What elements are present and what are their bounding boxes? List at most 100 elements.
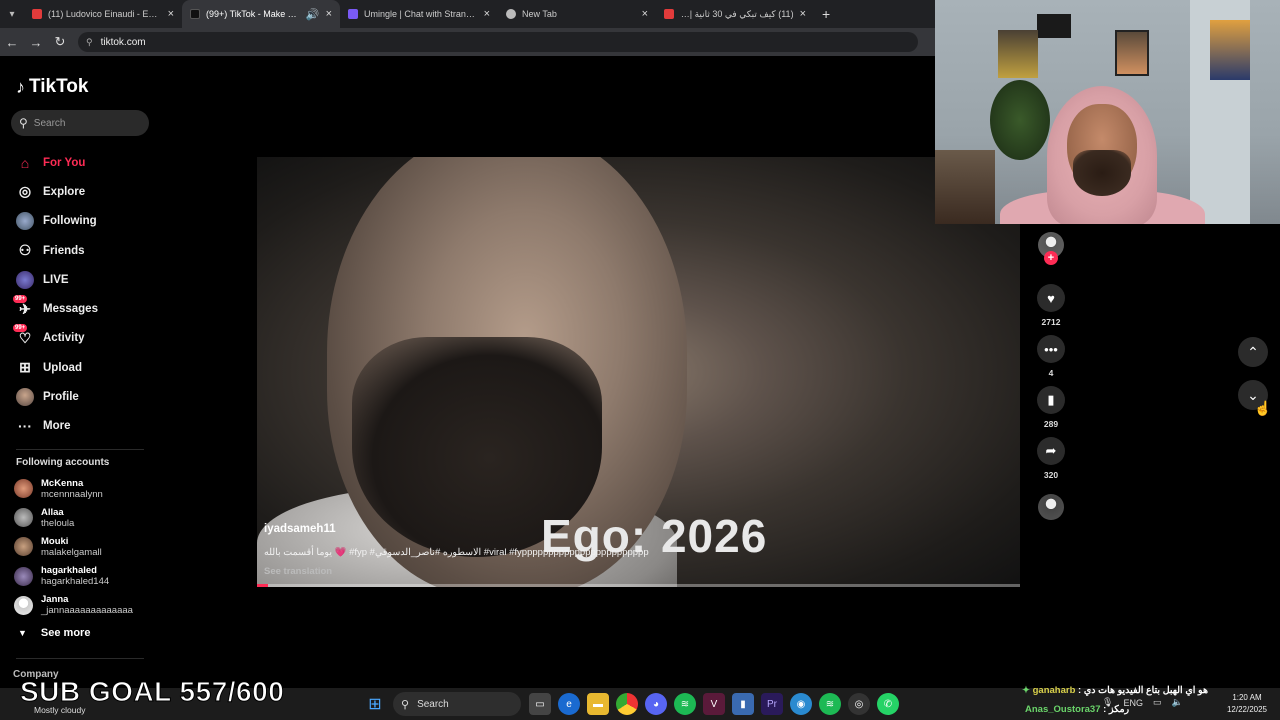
- divider: [16, 449, 144, 450]
- video-progress-bar[interactable]: [257, 584, 1020, 587]
- back-arrow-icon[interactable]: ←: [0, 28, 24, 56]
- account-handle: _jannaaaaaaaaaaaaa: [41, 605, 133, 617]
- activity-icon: ♡ 99+: [13, 324, 32, 346]
- music-disc-icon[interactable]: [1038, 494, 1064, 520]
- video-author[interactable]: iyadsameh11: [264, 523, 336, 535]
- whatsapp-icon[interactable]: ✆: [877, 693, 899, 715]
- new-tab-button[interactable]: +: [822, 6, 830, 22]
- taskbar-clock[interactable]: 1:20 AM 12/22/2025: [1222, 692, 1272, 716]
- following-avatar-icon: [16, 212, 34, 231]
- video-player[interactable]: Ego: 2026 iyadsameh11 يوما أقسمت بالله 💗…: [257, 157, 1020, 587]
- like-button[interactable]: ♥ 2712: [1030, 284, 1072, 329]
- following-account[interactable]: Mouki malakelgamall: [14, 532, 154, 561]
- file-explorer-icon[interactable]: ▬: [587, 693, 609, 715]
- microphone-icon[interactable]: 🎙: [1102, 697, 1113, 708]
- video-caption: يوما أقسمت بالله 💗 #fyp #الاسطوره #ناصر_…: [264, 547, 649, 558]
- follow-plus-icon[interactable]: +: [1044, 251, 1058, 265]
- language-indicator[interactable]: ENG: [1123, 698, 1143, 708]
- previous-video-button[interactable]: ⌃: [1238, 337, 1268, 367]
- browser-tab[interactable]: Umingle | Chat with Strangers Live ×: [340, 0, 498, 28]
- tab-title: New Tab: [522, 9, 557, 19]
- clock-date: 12/22/2025: [1226, 705, 1268, 714]
- see-translation-link[interactable]: See translation: [264, 566, 332, 577]
- sidebar-item-explore[interactable]: ◎ Explore: [16, 177, 156, 206]
- chevron-up-icon: ⌃: [1247, 343, 1259, 360]
- browser-tab[interactable]: New Tab ×: [498, 0, 656, 28]
- see-more-button[interactable]: ▼ See more: [18, 627, 90, 639]
- webcam-poster: [998, 30, 1038, 78]
- sidebar-item-live[interactable]: LIVE: [16, 265, 156, 294]
- sidebar-item-more[interactable]: ··· More: [16, 412, 156, 441]
- messages-icon: ✈ 99+: [13, 295, 31, 317]
- sidebar-item-profile[interactable]: Profile: [16, 382, 156, 411]
- share-icon: ➦: [1037, 437, 1065, 465]
- messages-badge: 99+: [13, 295, 28, 304]
- sidebar-item-activity[interactable]: ♡ 99+ Activity: [13, 324, 156, 353]
- browser-tab[interactable]: (11) كيف تبكي في 30 ثانية | أسرار ×: [656, 0, 814, 28]
- comment-button[interactable]: ••• 4: [1030, 335, 1072, 380]
- sidebar-item-for-you[interactable]: ⌂ For You: [16, 148, 156, 177]
- webcam-person-beard: [1073, 150, 1131, 196]
- sub-goal-overlay: SUB GOAL 557/600: [19, 676, 285, 708]
- folder-app-icon[interactable]: ▮: [732, 693, 754, 715]
- address-bar[interactable]: ⚲ tiktok.com: [78, 32, 918, 52]
- sidebar-item-upload[interactable]: ⊞ Upload: [16, 353, 156, 382]
- volume-icon[interactable]: 🔈: [1171, 697, 1182, 708]
- avatar: [14, 508, 33, 528]
- tab-title: (99+) TikTok - Make Your Day: [206, 9, 300, 19]
- sidebar-item-label: LIVE: [43, 273, 69, 286]
- tab-close-icon[interactable]: ×: [642, 8, 648, 20]
- obs-icon[interactable]: ◎: [848, 693, 870, 715]
- forward-arrow-icon[interactable]: →: [24, 28, 48, 56]
- reload-icon[interactable]: ↻: [48, 28, 72, 56]
- chat-text: هو اي الهبل بتاع الفيديو هات دي: [1083, 685, 1208, 696]
- network-icon[interactable]: ▭: [1153, 697, 1162, 708]
- umingle-favicon-icon: [348, 9, 358, 19]
- premiere-icon[interactable]: Pr: [761, 693, 783, 715]
- more-icon: ···: [18, 418, 32, 435]
- chrome-icon[interactable]: [616, 693, 638, 715]
- account-handle: theloula: [41, 517, 75, 529]
- sidebar-item-following[interactable]: Following: [16, 207, 156, 236]
- taskbar-search[interactable]: ⚲ Search: [393, 692, 521, 716]
- tab-search-dropdown-icon[interactable]: ▾: [0, 0, 24, 28]
- spotify-icon[interactable]: ≋: [674, 693, 696, 715]
- save-button[interactable]: ▮ 289: [1030, 386, 1072, 431]
- share-button[interactable]: ➦ 320: [1030, 437, 1072, 482]
- tiktok-logo[interactable]: ♪ TikTok: [16, 76, 88, 98]
- tab-close-icon[interactable]: ×: [326, 8, 332, 20]
- following-account[interactable]: Allaa theloula: [14, 503, 154, 532]
- creator-avatar[interactable]: +: [1038, 232, 1064, 265]
- app-icon[interactable]: ◉: [790, 693, 812, 715]
- account-name: hagarkhaled: [41, 565, 97, 577]
- following-accounts-list: McKenna mcennnaalynn Allaa theloula Mouki m…: [14, 474, 154, 620]
- video-progress-fill: [257, 584, 269, 587]
- search-input[interactable]: ⚲ Search: [11, 110, 149, 136]
- speaker-icon[interactable]: 🔊: [306, 8, 320, 21]
- divider: [16, 658, 144, 659]
- hand-cursor-icon: ☝: [1254, 400, 1272, 416]
- following-account[interactable]: Janna _jannaaaaaaaaaaaaa: [14, 591, 154, 620]
- following-account[interactable]: hagarkhaled hagarkhaled144: [14, 562, 154, 591]
- windows-start-icon[interactable]: ⊞: [364, 693, 386, 715]
- sidebar-item-friends[interactable]: ⚇ Friends: [16, 236, 156, 265]
- browser-tab-active[interactable]: (99+) TikTok - Make Your Day 🔊 ×: [182, 0, 340, 28]
- edge-icon[interactable]: e: [558, 693, 580, 715]
- tab-close-icon[interactable]: ×: [484, 8, 490, 20]
- tab-close-icon[interactable]: ×: [800, 8, 806, 20]
- following-account[interactable]: McKenna mcennnaalynn: [14, 474, 154, 503]
- account-name: Allaa: [41, 506, 64, 518]
- site-info-icon[interactable]: ⚲: [86, 37, 93, 48]
- spotify-icon[interactable]: ≋: [819, 693, 841, 715]
- system-tray: 🎙 ENG ▭ 🔈: [1102, 697, 1193, 708]
- youtube-favicon-icon: [32, 9, 42, 19]
- main-menu: ⌂ For You ◎ Explore Following ⚇ Friends …: [13, 148, 156, 441]
- task-view-icon[interactable]: ▭: [529, 693, 551, 715]
- sidebar-item-messages[interactable]: ✈ 99+ Messages: [13, 294, 156, 323]
- media-app-icon[interactable]: V: [703, 693, 725, 715]
- browser-tab[interactable]: (11) Ludovico Einaudi - Experience ×: [24, 0, 182, 28]
- tab-title: (11) كيف تبكي في 30 ثانية | أسرار: [680, 8, 794, 19]
- account-handle: malakelgamall: [41, 546, 102, 558]
- discord-icon[interactable]: ◕: [645, 693, 667, 715]
- tab-close-icon[interactable]: ×: [168, 8, 174, 20]
